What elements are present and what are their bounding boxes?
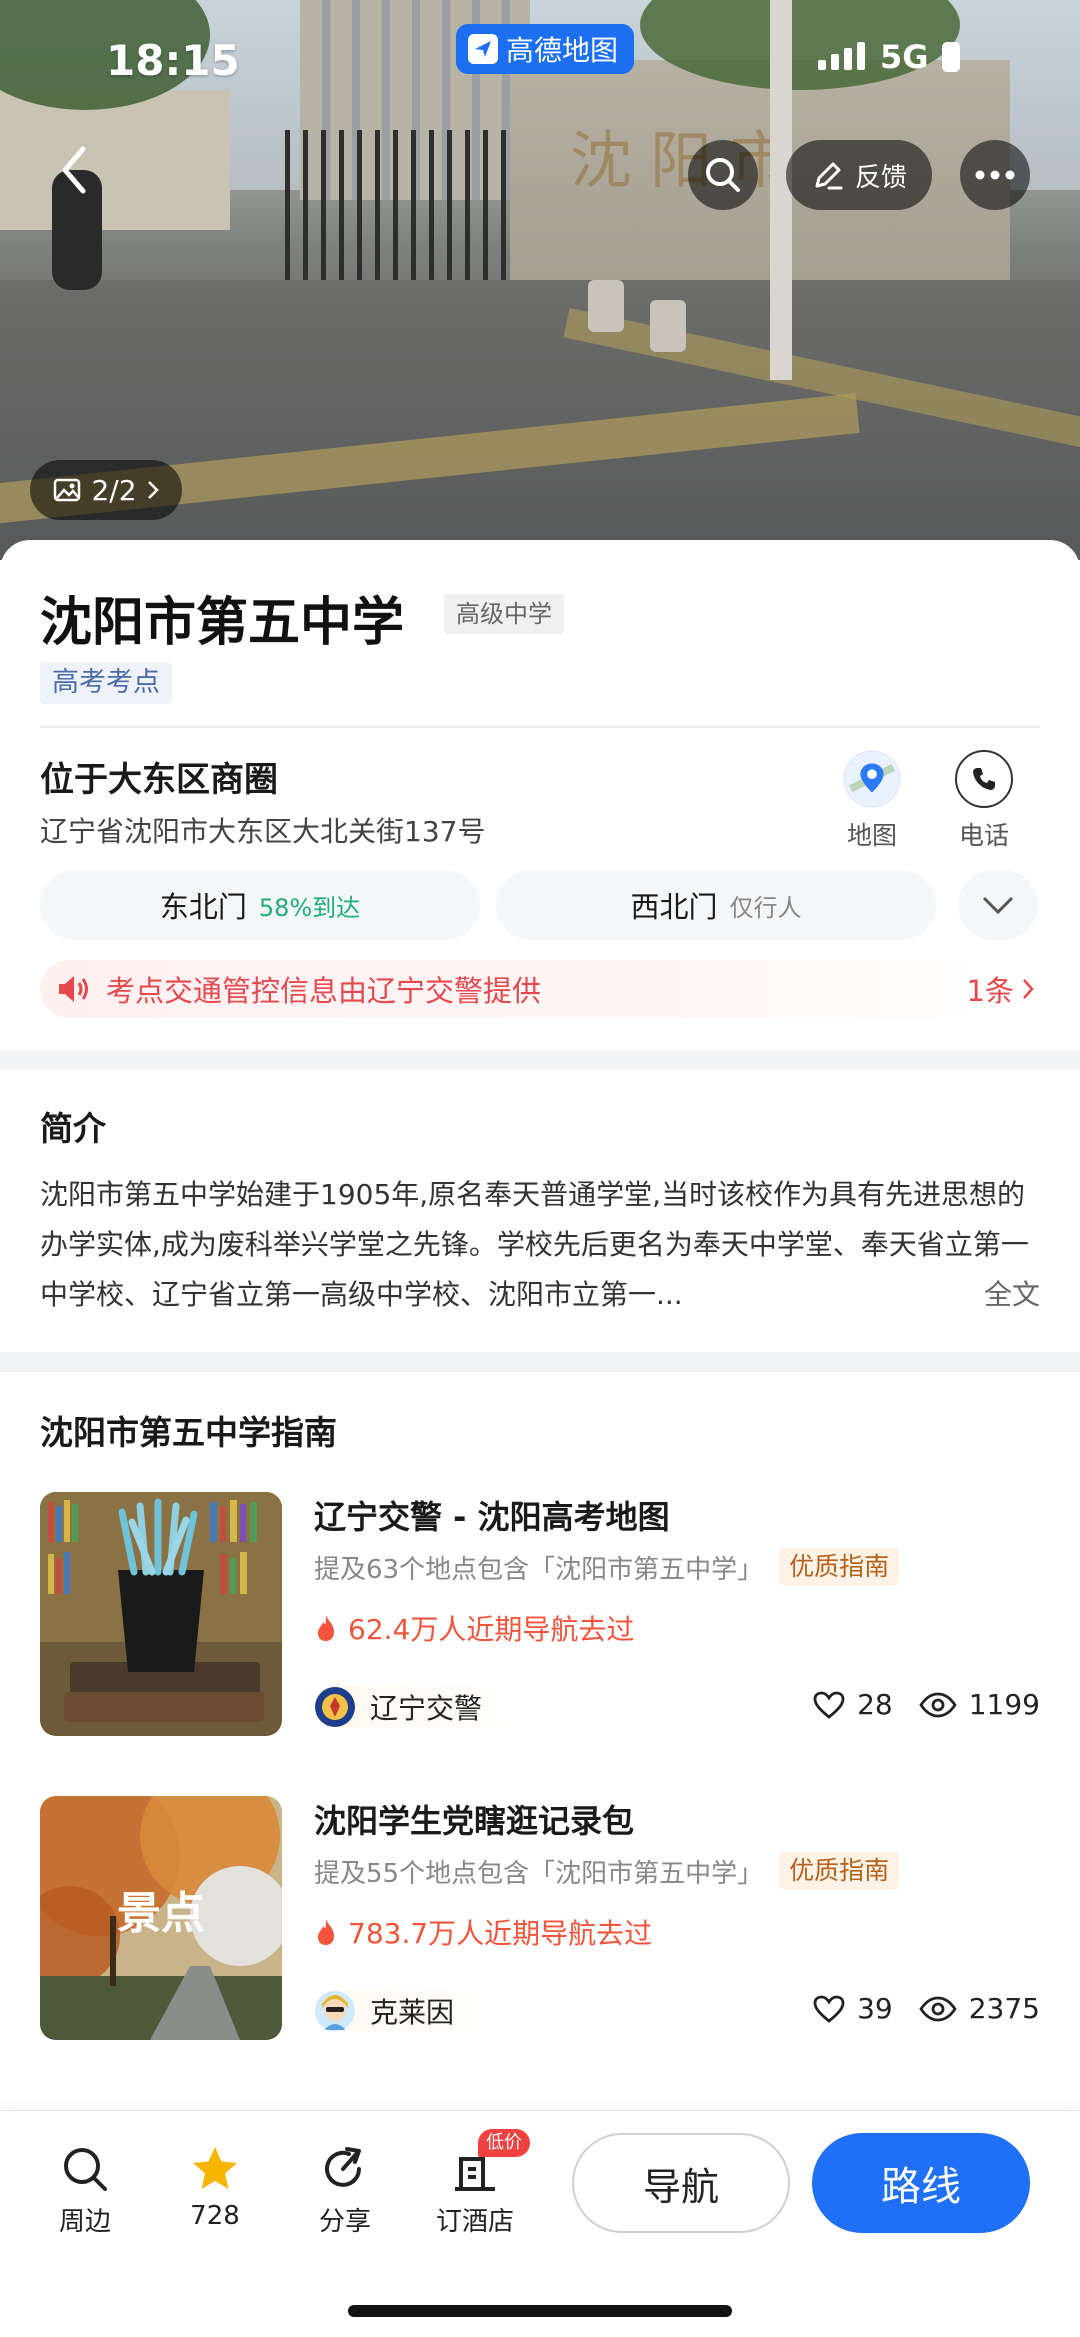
fire-icon bbox=[318, 1615, 334, 1641]
thumb-label: 景点 bbox=[117, 1888, 205, 1939]
guide-title: 沈阳学生党瞎逛记录包 bbox=[314, 1802, 635, 1840]
app-badge-label: 高德地图 bbox=[506, 34, 619, 67]
expand-gates-button[interactable] bbox=[958, 870, 1038, 940]
bottom-action-bar: 周边 728 分享 低价 订酒店 导航 路线 bbox=[0, 2110, 1080, 2337]
guide-mention: 提及55个地点包含「沈阳市第五中学」 优质指南 bbox=[314, 1852, 900, 1890]
gate-note: 58%到达 bbox=[258, 893, 361, 922]
poi-name: 沈阳市第五中学 bbox=[40, 593, 405, 653]
notice-text: 考点交通管控信息由辽宁交警提供 bbox=[106, 974, 542, 1008]
tab-label: 728 bbox=[190, 2201, 240, 2231]
exam-site-tag[interactable]: 高考考点 bbox=[40, 662, 172, 704]
intro-text[interactable]: 沈阳市第五中学始建于1905年,原名奉天普通学堂,当时该校作为具有先进思想的办学… bbox=[40, 1170, 1040, 1320]
more-dots-icon bbox=[975, 170, 1015, 180]
feedback-label: 反馈 bbox=[854, 162, 907, 193]
author-avatar bbox=[315, 1991, 355, 2031]
tab-label: 分享 bbox=[318, 2207, 371, 2237]
intro-title: 简介 bbox=[40, 1109, 106, 1148]
gate-name: 西北门 bbox=[630, 890, 718, 924]
speaker-icon bbox=[59, 976, 88, 1002]
chevron-down-icon bbox=[982, 896, 1014, 915]
guide-mention: 提及63个地点包含「沈阳市第五中学」 优质指南 bbox=[314, 1548, 900, 1586]
view-count: 2375 bbox=[968, 1992, 1040, 2025]
route-button[interactable]: 路线 bbox=[812, 2133, 1030, 2233]
guide-hot: 783.7万人近期导航去过 bbox=[314, 1912, 652, 1952]
home-indicator[interactable] bbox=[348, 2305, 732, 2317]
poi-detail-page: 沈阳市 18:15 高德地图 5G 反馈 bbox=[0, 0, 1080, 2337]
chevron-right-icon bbox=[147, 481, 159, 499]
heart-icon[interactable] bbox=[813, 1691, 845, 1719]
eye-icon bbox=[919, 1692, 957, 1717]
back-button[interactable] bbox=[44, 140, 104, 200]
gate-name: 东北门 bbox=[159, 890, 247, 924]
map-button[interactable]: 地图 bbox=[824, 750, 920, 852]
gate-northeast[interactable]: 东北门 58%到达 bbox=[40, 870, 480, 940]
read-more-link[interactable]: 全文 bbox=[963, 1270, 1040, 1320]
guide-title: 辽宁交警 - 沈阳高考地图 bbox=[314, 1498, 670, 1536]
feedback-button[interactable]: 反馈 bbox=[786, 140, 932, 210]
chevron-right-icon bbox=[1023, 979, 1034, 999]
heart-icon[interactable] bbox=[813, 1995, 845, 2023]
search-icon bbox=[706, 158, 740, 192]
eye-icon bbox=[919, 1996, 957, 2021]
search-button[interactable] bbox=[688, 140, 758, 210]
navigate-button[interactable]: 导航 bbox=[572, 2133, 790, 2233]
gate-note: 仅行人 bbox=[729, 893, 802, 922]
more-options-button[interactable] bbox=[960, 140, 1030, 210]
guide-author[interactable]: 辽宁交警 bbox=[314, 1686, 523, 1728]
traffic-notice[interactable]: 考点交通管控信息由辽宁交警提供 1条 bbox=[40, 960, 1040, 1018]
gate-northwest[interactable]: 西北门 仅行人 bbox=[496, 870, 936, 940]
section-gap bbox=[0, 1352, 1080, 1372]
hotel-icon: 低价 bbox=[420, 2129, 530, 2197]
photo-gallery-button[interactable]: 2/2 bbox=[30, 460, 182, 520]
like-count: 39 bbox=[857, 1992, 893, 2025]
tab-share[interactable]: 分享 bbox=[290, 2141, 400, 2238]
guide-thumbnail bbox=[40, 1492, 282, 1736]
status-time: 18:15 bbox=[106, 36, 240, 85]
amap-logo-icon bbox=[468, 34, 498, 64]
poi-type-tag: 高级中学 bbox=[444, 594, 564, 634]
photo-count: 2/2 bbox=[91, 473, 137, 507]
signal-icon bbox=[818, 42, 865, 70]
low-price-badge: 低价 bbox=[478, 2129, 530, 2157]
share-icon bbox=[290, 2141, 400, 2197]
author-avatar bbox=[315, 1687, 355, 1727]
network-type: 5G bbox=[880, 38, 929, 76]
phone-icon bbox=[955, 750, 1013, 808]
guide-stats: 28 1199 bbox=[813, 1688, 1040, 1721]
tab-label: 订酒店 bbox=[435, 2207, 514, 2237]
tab-hotel[interactable]: 低价 订酒店 bbox=[420, 2129, 530, 2238]
battery-icon bbox=[942, 42, 960, 72]
view-count: 1199 bbox=[968, 1688, 1040, 1721]
phone-button[interactable]: 电话 bbox=[936, 750, 1032, 852]
notice-count[interactable]: 1条 bbox=[967, 968, 1034, 1010]
guide-author[interactable]: 克莱因 bbox=[314, 1990, 495, 2032]
poi-address[interactable]: 辽宁省沈阳市大东区大北关街137号 bbox=[40, 810, 485, 850]
app-badge[interactable]: 高德地图 bbox=[456, 24, 635, 74]
edit-icon bbox=[815, 162, 843, 190]
status-bar: 18:15 高德地图 5G bbox=[0, 0, 1080, 120]
fire-icon bbox=[318, 1919, 334, 1945]
star-icon bbox=[160, 2141, 270, 2197]
quality-tag: 优质指南 bbox=[779, 1548, 900, 1586]
like-count: 28 bbox=[857, 1688, 893, 1721]
tab-nearby[interactable]: 周边 bbox=[30, 2141, 140, 2238]
map-pin-icon bbox=[843, 750, 901, 808]
guide-card[interactable]: 辽宁交警 - 沈阳高考地图 提及63个地点包含「沈阳市第五中学」 优质指南 62… bbox=[40, 1492, 1040, 1736]
chevron-left-icon bbox=[62, 146, 86, 194]
guide-hot: 62.4万人近期导航去过 bbox=[314, 1608, 634, 1648]
map-button-label: 地图 bbox=[846, 821, 897, 850]
search-icon bbox=[30, 2141, 140, 2197]
guide-stats: 39 2375 bbox=[813, 1992, 1040, 2025]
guide-thumbnail: 景点 bbox=[40, 1796, 282, 2040]
image-icon bbox=[54, 478, 81, 502]
divider bbox=[40, 726, 1040, 728]
section-gap bbox=[0, 1050, 1080, 1070]
guide-card[interactable]: 景点 沈阳学生党瞎逛记录包 提及55个地点包含「沈阳市第五中学」 优质指南 78… bbox=[40, 1796, 1040, 2040]
tab-label: 周边 bbox=[58, 2207, 111, 2237]
quality-tag: 优质指南 bbox=[779, 1852, 900, 1890]
tab-favorite[interactable]: 728 bbox=[160, 2141, 270, 2231]
guides-title: 沈阳市第五中学指南 bbox=[40, 1413, 337, 1452]
phone-button-label: 电话 bbox=[958, 821, 1009, 850]
business-area[interactable]: 位于大东区商圈 bbox=[40, 752, 278, 801]
